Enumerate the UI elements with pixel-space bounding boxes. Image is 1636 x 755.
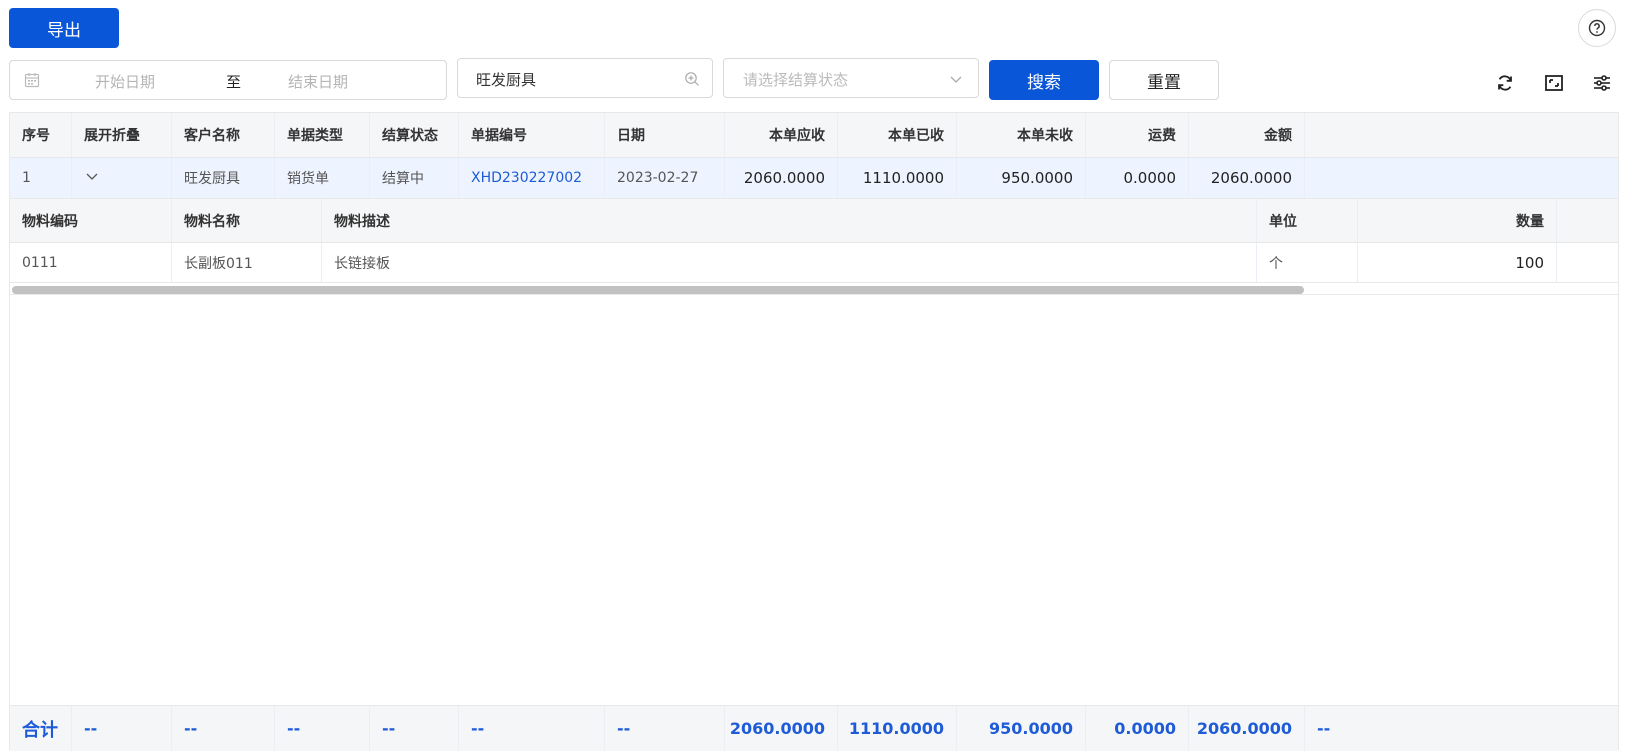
received: 1110.0000 — [838, 158, 957, 198]
row-index: 1 — [10, 158, 72, 198]
chevron-down-icon[interactable] — [84, 168, 100, 188]
table-row[interactable]: 1 旺发厨具 销货单 结算中 XHD230227002 2023-02-27 2… — [10, 158, 1618, 199]
detail-row: 0111 长副板011 长链接板 个 100 — [10, 243, 1618, 283]
col-header-filler — [1305, 113, 1618, 157]
freight: 0.0000 — [1086, 158, 1189, 198]
date-range-picker[interactable]: 开始日期 至 结束日期 — [9, 60, 447, 100]
table-header: 序号 展开折叠 客户名称 单据类型 结算状态 单据编号 日期 本单应收 本单已收… — [10, 113, 1618, 158]
summary-label: 合计 — [10, 706, 72, 751]
col-header: 物料编码 — [10, 199, 172, 242]
material-desc: 长链接板 — [322, 243, 1257, 282]
col-header: 单位 — [1257, 199, 1358, 242]
col-header: 本单未收 — [957, 113, 1086, 157]
summary-empty: -- — [275, 706, 370, 751]
material-name: 长副板011 — [172, 243, 322, 282]
doc-type: 销货单 — [275, 158, 370, 198]
material-unit: 个 — [1257, 243, 1358, 282]
export-button[interactable]: 导出 — [9, 8, 119, 48]
col-header: 结算状态 — [370, 113, 459, 157]
summary-empty: -- — [1317, 719, 1331, 738]
col-header: 单据类型 — [275, 113, 370, 157]
col-header: 展开折叠 — [72, 113, 172, 157]
summary-empty: -- — [72, 706, 172, 751]
sliders-icon[interactable] — [1591, 72, 1613, 94]
customer-name: 旺发厨具 — [172, 158, 275, 198]
col-header-filler — [1557, 199, 1618, 242]
col-header: 客户名称 — [172, 113, 275, 157]
zoom-in-icon[interactable] — [684, 71, 700, 91]
summary-received: 1110.0000 — [838, 706, 957, 751]
summary-empty: -- — [605, 706, 725, 751]
col-header: 本单应收 — [725, 113, 838, 157]
expand-toggle[interactable] — [72, 158, 172, 198]
doc-date: 2023-02-27 — [605, 158, 725, 198]
col-header: 日期 — [605, 113, 725, 157]
search-button[interactable]: 搜索 — [989, 60, 1099, 100]
summary-empty: -- — [459, 706, 605, 751]
row-filler — [1557, 243, 1618, 282]
unreceived: 950.0000 — [957, 158, 1086, 198]
detail-table-header: 物料编码 物料名称 物料描述 单位 数量 — [10, 199, 1618, 243]
summary-receivable: 2060.0000 — [725, 706, 838, 751]
fullscreen-icon[interactable] — [1543, 72, 1565, 94]
col-header: 单据编号 — [459, 113, 605, 157]
summary-empty: -- — [172, 706, 275, 751]
settlement-table: 序号 展开折叠 客户名称 单据类型 结算状态 单据编号 日期 本单应收 本单已收… — [9, 112, 1619, 751]
receivable: 2060.0000 — [725, 158, 838, 198]
col-header: 运费 — [1086, 113, 1189, 157]
col-header: 本单已收 — [838, 113, 957, 157]
customer-search-input[interactable]: 旺发厨具 — [457, 58, 713, 98]
chevron-down-icon — [948, 71, 964, 91]
summary-empty: -- — [370, 706, 459, 751]
scrollbar-thumb[interactable] — [12, 286, 1304, 294]
settlement-status-select[interactable]: 请选择结算状态 — [723, 58, 979, 98]
end-date-input[interactable]: 结束日期 — [288, 71, 348, 92]
summary-freight: 0.0000 — [1086, 706, 1189, 751]
summary-unreceived: 950.0000 — [957, 706, 1086, 751]
col-header: 物料描述 — [322, 199, 1257, 242]
refresh-icon[interactable] — [1494, 72, 1516, 94]
reset-button[interactable]: 重置 — [1109, 60, 1219, 100]
start-date-input[interactable]: 开始日期 — [95, 71, 155, 92]
help-icon[interactable] — [1578, 9, 1616, 47]
doc-number-link[interactable]: XHD230227002 — [459, 158, 605, 198]
customer-value: 旺发厨具 — [476, 71, 537, 89]
material-qty: 100 — [1358, 243, 1557, 282]
col-header: 序号 — [10, 113, 72, 157]
horizontal-scrollbar[interactable] — [10, 283, 1618, 295]
summary-amount: 2060.0000 — [1189, 706, 1305, 751]
summary-row: 合计 -- -- -- -- -- -- 2060.0000 1110.0000… — [10, 705, 1618, 751]
range-separator: 至 — [226, 73, 242, 91]
status-placeholder: 请选择结算状态 — [743, 71, 849, 89]
material-code: 0111 — [10, 243, 172, 282]
row-filler — [1305, 158, 1618, 198]
col-header: 数量 — [1358, 199, 1557, 242]
calendar-icon — [24, 72, 40, 92]
col-header: 物料名称 — [172, 199, 322, 242]
amount: 2060.0000 — [1189, 158, 1305, 198]
col-header: 金额 — [1189, 113, 1305, 157]
settle-status: 结算中 — [370, 158, 459, 198]
